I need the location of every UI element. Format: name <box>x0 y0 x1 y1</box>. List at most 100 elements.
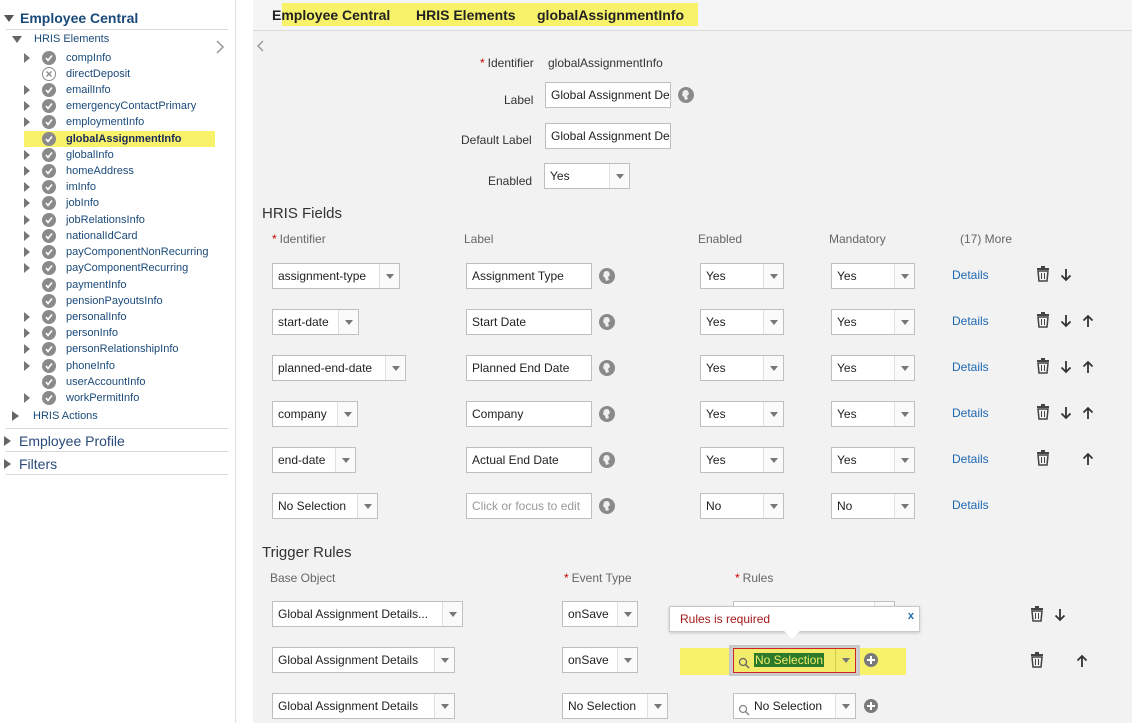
breadcrumb-hris-elements[interactable]: HRIS Elements <box>416 4 516 26</box>
expand-arrow-icon[interactable] <box>12 411 19 421</box>
rules-select-focused[interactable]: No Selection <box>733 648 856 673</box>
expand-arrow-icon[interactable] <box>24 263 30 273</box>
field-identifier-select[interactable]: planned-end-date <box>272 355 406 381</box>
enabled-select[interactable]: Yes <box>544 163 630 189</box>
base-object-select[interactable]: Global Assignment Details <box>272 693 455 719</box>
trash-icon[interactable] <box>1035 265 1051 283</box>
tree-item-compinfo[interactable]: compInfo <box>24 50 111 66</box>
tree-item-paycomponentnonrecurring[interactable]: payComponentNonRecurring <box>24 244 208 260</box>
details-link[interactable]: Details <box>952 498 989 512</box>
globe-translate-icon[interactable] <box>599 360 615 376</box>
globe-translate-icon[interactable] <box>599 452 615 468</box>
chevron-down-icon[interactable] <box>763 494 783 518</box>
field-enabled-select[interactable]: Yes <box>700 355 784 381</box>
tree-item-employmentinfo[interactable]: employmentInfo <box>24 114 144 130</box>
field-label-input[interactable]: Planned End Date <box>466 355 592 381</box>
expand-arrow-icon[interactable] <box>24 344 30 354</box>
globe-translate-icon[interactable] <box>599 314 615 330</box>
field-mandatory-select[interactable]: No <box>831 493 915 519</box>
tree-item-jobrelationsinfo[interactable]: jobRelationsInfo <box>24 212 145 228</box>
details-link[interactable]: Details <box>952 360 989 374</box>
trash-icon[interactable] <box>1035 311 1051 329</box>
chevron-left-icon[interactable] <box>257 40 265 55</box>
expand-arrow-icon[interactable] <box>24 393 30 403</box>
expand-arrow-icon[interactable] <box>24 53 30 63</box>
event-type-select[interactable]: onSave <box>562 647 638 673</box>
field-mandatory-select[interactable]: Yes <box>831 263 915 289</box>
chevron-down-icon[interactable] <box>379 264 399 288</box>
chevron-down-icon[interactable] <box>763 356 783 380</box>
move-down-arrow-icon[interactable] <box>1058 266 1074 284</box>
rules-select[interactable]: No Selection <box>733 693 856 719</box>
tree-item-jobinfo[interactable]: jobInfo <box>24 195 99 211</box>
expand-arrow-icon[interactable] <box>24 231 30 241</box>
tree-item-workpermitinfo[interactable]: workPermitInfo <box>24 390 139 406</box>
chevron-down-icon[interactable] <box>894 356 914 380</box>
tree-item-personinfo[interactable]: personInfo <box>24 325 118 341</box>
tree-item-paycomponentrecurring[interactable]: payComponentRecurring <box>24 260 188 276</box>
event-type-select[interactable]: No Selection <box>562 693 668 719</box>
chevron-down-icon[interactable] <box>335 448 355 472</box>
label-input[interactable]: Global Assignment De <box>545 82 671 108</box>
expand-arrow-icon[interactable] <box>24 117 30 127</box>
field-identifier-select[interactable]: No Selection <box>272 493 378 519</box>
field-mandatory-select[interactable]: Yes <box>831 447 915 473</box>
tree-item-iminfo[interactable]: imInfo <box>24 179 96 195</box>
field-enabled-select[interactable]: Yes <box>700 401 784 427</box>
globe-translate-icon[interactable] <box>678 87 694 103</box>
expanded-arrow-icon[interactable] <box>12 35 22 43</box>
field-enabled-select[interactable]: No <box>700 493 784 519</box>
expand-arrow-icon[interactable] <box>24 247 30 257</box>
field-enabled-select[interactable]: Yes <box>700 263 784 289</box>
chevron-down-icon[interactable] <box>763 448 783 472</box>
tree-item-homeaddress[interactable]: homeAddress <box>24 163 134 179</box>
tree-item-pensionpayoutsinfo[interactable]: pensionPayoutsInfo <box>24 293 163 309</box>
chevron-down-icon[interactable] <box>337 402 357 426</box>
move-down-arrow-icon[interactable] <box>1052 606 1068 624</box>
tree-item-personalinfo[interactable]: personalInfo <box>24 309 127 325</box>
chevron-down-icon[interactable] <box>434 648 454 672</box>
expanded-arrow-icon[interactable] <box>4 14 14 22</box>
globe-translate-icon[interactable] <box>599 498 615 514</box>
expand-arrow-icon[interactable] <box>24 166 30 176</box>
chevron-down-icon[interactable] <box>763 264 783 288</box>
field-identifier-select[interactable]: company <box>272 401 358 427</box>
chevron-down-icon[interactable] <box>894 494 914 518</box>
tree-node-employee-central[interactable]: Employee Central <box>4 10 138 26</box>
field-enabled-select[interactable]: Yes <box>700 309 784 335</box>
expand-arrow-icon[interactable] <box>24 85 30 95</box>
collapse-sidebar-icon[interactable] <box>215 40 225 54</box>
add-rule-icon[interactable] <box>864 699 878 713</box>
trash-icon[interactable] <box>1035 357 1051 375</box>
tree-item-globalassignmentinfo[interactable]: globalAssignmentInfo <box>24 131 215 147</box>
details-link[interactable]: Details <box>952 452 989 466</box>
tree-item-emailinfo[interactable]: emailInfo <box>24 82 111 98</box>
field-label-input[interactable]: Assignment Type <box>466 263 592 289</box>
field-enabled-select[interactable]: Yes <box>700 447 784 473</box>
tree-node-hris-elements[interactable]: HRIS Elements <box>12 33 109 45</box>
chevron-down-icon[interactable] <box>617 648 637 672</box>
tree-item-globalinfo[interactable]: globalInfo <box>24 147 114 163</box>
details-link[interactable]: Details <box>952 406 989 420</box>
move-down-arrow-icon[interactable] <box>1058 312 1074 330</box>
expand-arrow-icon[interactable] <box>4 436 11 446</box>
trash-icon[interactable] <box>1029 605 1045 623</box>
chevron-down-icon[interactable] <box>763 310 783 334</box>
move-down-arrow-icon[interactable] <box>1058 358 1074 376</box>
chevron-down-icon[interactable] <box>835 649 855 672</box>
field-label-input[interactable]: Company <box>466 401 592 427</box>
chevron-down-icon[interactable] <box>442 602 462 626</box>
expand-arrow-icon[interactable] <box>24 101 30 111</box>
chevron-down-icon[interactable] <box>894 310 914 334</box>
chevron-down-icon[interactable] <box>434 694 454 718</box>
expand-arrow-icon[interactable] <box>4 459 11 469</box>
base-object-select[interactable]: Global Assignment Details <box>272 647 455 673</box>
expand-arrow-icon[interactable] <box>24 312 30 322</box>
field-label-input[interactable]: Start Date <box>466 309 592 335</box>
chevron-down-icon[interactable] <box>894 264 914 288</box>
expand-arrow-icon[interactable] <box>24 328 30 338</box>
move-up-arrow-icon[interactable] <box>1074 652 1090 670</box>
globe-translate-icon[interactable] <box>599 268 615 284</box>
globe-translate-icon[interactable] <box>599 406 615 422</box>
chevron-down-icon[interactable] <box>894 448 914 472</box>
